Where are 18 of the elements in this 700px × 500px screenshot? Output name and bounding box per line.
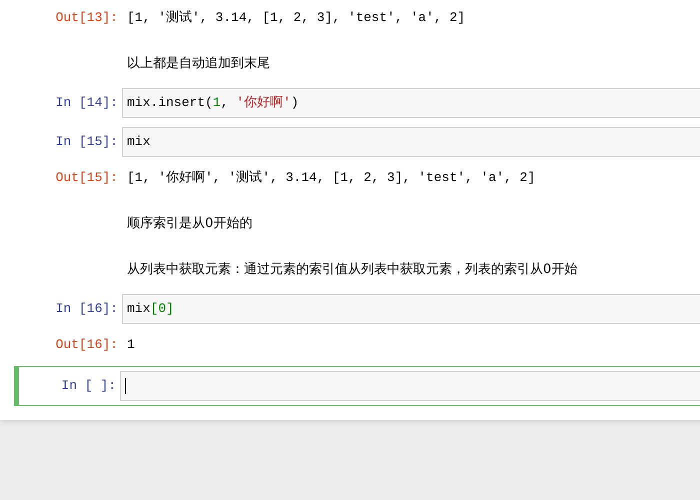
input-prompt: In [ ]: <box>60 377 117 393</box>
input-prompt: In [16]: <box>54 300 119 316</box>
output-text: [1, '测试', 3.14, [1, 2, 3], 'test', 'a', 2] <box>126 9 466 27</box>
output-prompt: Out[15]: <box>54 169 119 185</box>
output-prompt: Out[16]: <box>54 336 119 352</box>
markdown-text: 以上都是自动追加到末尾 <box>126 55 271 73</box>
output-text: [1, '你好啊', '测试', 3.14, [1, 2, 3], 'test', 'a', 2] <box>126 169 536 187</box>
input-prompt: In [15]: <box>54 133 119 149</box>
output-text: 1 <box>126 336 136 354</box>
output-prompt: Out[13]: <box>54 9 119 25</box>
code-input[interactable]: mix[0] <box>122 294 700 324</box>
text-cursor <box>125 378 126 394</box>
code-input[interactable] <box>120 371 700 401</box>
code-input[interactable]: mix.insert(1, '你好啊') <box>122 88 700 118</box>
input-prompt: In [14]: <box>54 94 119 110</box>
markdown-text: 顺序索引是从0开始的 <box>126 215 254 233</box>
code-input[interactable]: mix <box>122 127 700 157</box>
markdown-text: 从列表中获取元素：通过元素的索引值从列表中获取元素，列表的索引从0开始 <box>126 261 578 279</box>
